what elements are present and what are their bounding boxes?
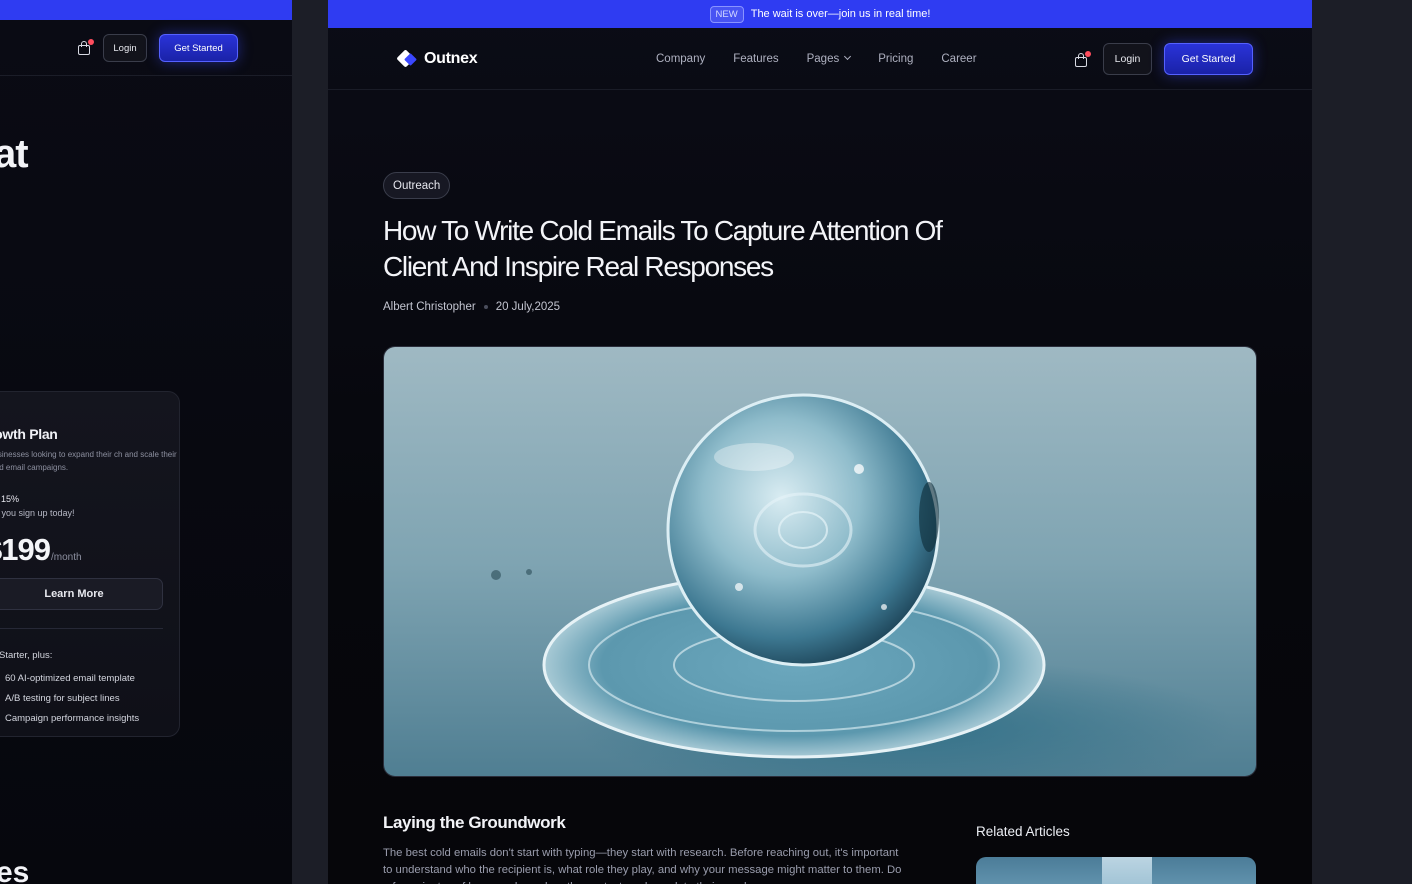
chevron-down-icon <box>844 52 852 61</box>
learn-more-button[interactable]: Learn More <box>0 578 163 610</box>
announcement-message: The wait is over—join us in real time! <box>750 8 931 20</box>
related-articles-heading: Related Articles <box>976 824 1070 839</box>
related-thumbnail-image <box>1102 857 1152 884</box>
left-announcement-bar <box>0 0 292 20</box>
brand-logo[interactable]: Outnex <box>396 49 478 68</box>
login-button[interactable]: Login <box>1103 43 1152 75</box>
brand-logo-icon <box>396 49 417 68</box>
nav-link-pricing[interactable]: Pricing <box>878 53 913 65</box>
article-meta: Albert Christopher 20 July,2025 <box>383 301 560 313</box>
left-login-button[interactable]: Login <box>103 34 147 62</box>
announcement-bar[interactable]: NEW The wait is over—join us in real tim… <box>328 0 1312 28</box>
nav-link-career[interactable]: Career <box>941 53 976 65</box>
plan-description: businesses looking to expand their ch an… <box>0 450 177 472</box>
notification-dot <box>88 39 94 45</box>
plan-feature-item: 60 AI-optimized email template <box>5 673 135 684</box>
screenshot-stage: Login Get Started at rowth Plan business… <box>0 0 1412 884</box>
top-navigation: Outnex Company Features Pages Pricing Ca… <box>328 28 1312 90</box>
nav-link-features[interactable]: Features <box>733 53 778 65</box>
shopping-bag-icon[interactable] <box>77 39 94 55</box>
plan-feature-item: A/B testing for subject lines <box>5 693 120 704</box>
plan-price-period: /month <box>51 552 82 563</box>
category-tag[interactable]: Outreach <box>383 172 451 199</box>
nav-link-company[interactable]: Company <box>656 53 705 65</box>
shopping-bag-icon[interactable] <box>1074 51 1091 67</box>
get-started-button[interactable]: Get Started <box>1164 43 1253 75</box>
left-bottom-heading-fragment: es <box>0 856 30 884</box>
brand-name: Outnex <box>424 50 478 67</box>
nav-link-pages[interactable]: Pages <box>806 52 852 65</box>
left-preview-frame: Login Get Started at rowth Plan business… <box>0 0 292 884</box>
related-article-thumbnail[interactable] <box>976 857 1256 884</box>
plan-divider <box>0 628 163 629</box>
plan-title: rowth Plan <box>0 426 58 442</box>
new-badge: NEW <box>709 5 744 23</box>
pricing-plan-card: rowth Plan businesses looking to expand … <box>0 391 180 737</box>
plan-includes-label: in Starter, plus: <box>0 650 53 661</box>
plan-price: $199 <box>0 532 51 567</box>
meta-separator <box>483 305 488 309</box>
nav-links: Company Features Pages Pricing Career <box>656 52 977 65</box>
notification-dot <box>1085 51 1091 57</box>
plan-discount: ve 15% <box>0 494 20 504</box>
section-body: The best cold emails don't start with ty… <box>383 847 902 884</box>
article-date: 20 July,2025 <box>495 301 561 313</box>
left-nav-divider <box>0 75 292 76</box>
left-get-started-button[interactable]: Get Started <box>159 34 238 62</box>
left-heading-fragment: at <box>0 132 29 176</box>
article-title: How To Write Cold Emails To Capture Atte… <box>383 215 943 282</box>
article-author: Albert Christopher <box>383 301 476 313</box>
plan-feature-item: Campaign performance insights <box>5 713 140 724</box>
plan-discount-sub: en you sign up today! <box>0 508 75 518</box>
article-hero-image <box>383 346 1257 777</box>
article-page: NEW The wait is over—join us in real tim… <box>328 0 1312 884</box>
nav-link-pages-label: Pages <box>806 53 840 65</box>
section-heading: Laying the Groundwork <box>383 813 566 832</box>
